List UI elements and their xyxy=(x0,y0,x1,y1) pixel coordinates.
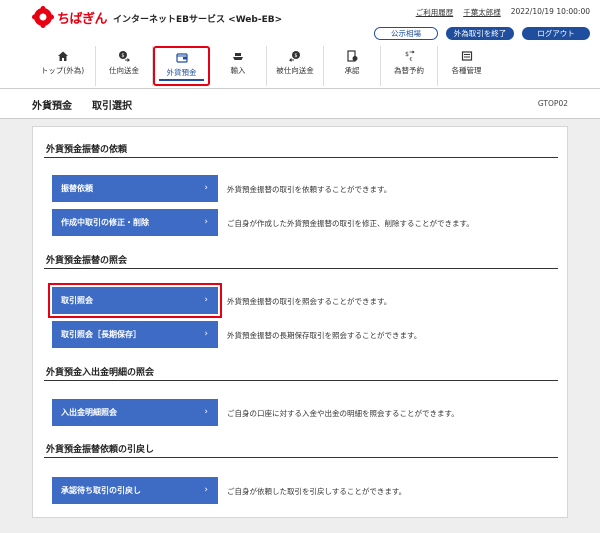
nav-top-fx[interactable]: トップ(外為) xyxy=(30,46,96,86)
nav-fx-deposit[interactable]: 外貨預金 xyxy=(153,46,210,86)
withdraw-pending-button[interactable]: 承認待ち取引の引戻し › xyxy=(52,477,218,504)
chevron-right-icon: › xyxy=(204,295,208,305)
menu-button-label: 取引照会 xyxy=(61,296,93,305)
header-buttons: 公示相場 外為取引を終了 ログアウト xyxy=(374,27,590,40)
service-name: インターネットEBサービス <Web-EB> xyxy=(113,15,283,25)
page-subtitle: 取引選択 xyxy=(92,101,132,112)
nav-label: 外貨預金 xyxy=(166,68,197,77)
section-title-statement-inquiry: 外貨預金入出金明細の照会 xyxy=(46,368,155,378)
section-divider xyxy=(44,268,558,269)
manage-icon xyxy=(461,51,472,61)
menu-button-label: 作成中取引の修正・削除 xyxy=(61,218,149,227)
statement-inquiry-button[interactable]: 入出金明細照会 › xyxy=(52,399,218,426)
screen-id: GTOP02 xyxy=(537,99,568,108)
menu-description: ご自身の口座に対する入金や出金の明細を照会することができます。 xyxy=(227,409,459,418)
nav-import[interactable]: 輸入 xyxy=(210,46,267,86)
send-money-icon: $ xyxy=(119,51,130,62)
nav-management[interactable]: 各種管理 xyxy=(438,46,495,86)
current-datetime: 2022/10/19 10:00:00 xyxy=(510,7,590,16)
nav-label: 承認 xyxy=(344,66,360,75)
nav-outward-remittance[interactable]: $ 仕向送金 xyxy=(96,46,153,86)
main-content: 外貨預金振替の依頼 振替依頼 › 外貨預金振替の取引を依頼することができます。 … xyxy=(32,126,568,518)
nav-approval[interactable]: 承認 xyxy=(324,46,381,86)
nav-label: 被仕向送金 xyxy=(276,66,314,75)
chevron-right-icon: › xyxy=(204,485,208,495)
user-name-link[interactable]: 千葉太郎様 xyxy=(463,7,501,18)
top-links: ご利用履歴 千葉太郎様 2022/10/19 10:00:00 xyxy=(416,7,590,18)
chevron-right-icon: › xyxy=(204,407,208,417)
deposit-icon xyxy=(175,53,188,63)
home-icon xyxy=(57,51,68,61)
menu-description: ご自身が依頼した取引を引戻しすることができます。 xyxy=(227,487,407,496)
menu-description: ご自身が作成した外貨預金振替の取引を修正、削除することができます。 xyxy=(227,219,474,228)
nav-inward-remittance[interactable]: $ 被仕向送金 xyxy=(267,46,324,86)
logo-text: ちばぎん xyxy=(57,11,108,27)
svg-text:$: $ xyxy=(294,53,297,59)
chevron-right-icon: › xyxy=(204,183,208,193)
menu-button-label: 振替依頼 xyxy=(61,184,93,193)
menu-button-label: 入出金明細照会 xyxy=(61,408,117,417)
menu-button-label: 取引照会［長期保存］ xyxy=(61,330,141,339)
transaction-inquiry-button[interactable]: 取引照会 › xyxy=(48,283,222,318)
import-ship-icon xyxy=(233,53,243,60)
chibagin-logo-icon xyxy=(32,6,54,28)
page-title: 外貨預金 xyxy=(32,101,72,112)
section-title-transfer-inquiry: 外貨預金振替の照会 xyxy=(46,256,128,266)
header: ちばぎん インターネットEBサービス <Web-EB> ご利用履歴 千葉太郎様 … xyxy=(0,0,600,88)
nav-label: 仕向送金 xyxy=(109,66,139,75)
menu-description: 外貨預金振替の長期保存取引を照会することができます。 xyxy=(227,331,422,340)
chevron-right-icon: › xyxy=(204,329,208,339)
end-fx-button[interactable]: 外為取引を終了 xyxy=(446,27,514,40)
nav-fx-contract[interactable]: $ € 為替予約 xyxy=(381,46,438,86)
menu-description: 外貨預金振替の取引を照会することができます。 xyxy=(227,297,392,306)
menu-description: 外貨預金振替の取引を依頼することができます。 xyxy=(227,185,392,194)
public-rate-button[interactable]: 公示相場 xyxy=(374,27,438,40)
section-title-withdraw-request: 外貨預金振替依頼の引戻し xyxy=(46,445,155,455)
section-title-transfer-request: 外貨預金振替の依頼 xyxy=(46,145,128,155)
section-divider xyxy=(44,380,558,381)
transfer-request-button[interactable]: 振替依頼 › xyxy=(52,175,218,202)
logout-button[interactable]: ログアウト xyxy=(522,27,590,40)
chevron-right-icon: › xyxy=(204,217,208,227)
title-bar: 外貨預金 取引選択 GTOP02 xyxy=(0,88,600,119)
receive-money-icon: $ xyxy=(289,51,300,62)
long-term-inquiry-button[interactable]: 取引照会［長期保存］ › xyxy=(52,321,218,348)
section-divider xyxy=(44,157,558,158)
exchange-icon: $€ xyxy=(405,50,415,62)
usage-history-link[interactable]: ご利用履歴 xyxy=(416,7,454,18)
nav-label: 各種管理 xyxy=(451,66,482,75)
nav-label: 輸入 xyxy=(230,66,246,75)
edit-delete-draft-button[interactable]: 作成中取引の修正・削除 › xyxy=(52,209,218,236)
approve-icon xyxy=(347,50,358,62)
svg-text:$: $ xyxy=(121,53,124,59)
section-divider xyxy=(44,457,558,458)
global-nav: トップ(外為) $ 仕向送金 外貨預金 輸入 $ 被仕向送金 承認 $ € 為替予… xyxy=(30,46,570,86)
svg-text:€: € xyxy=(409,57,412,62)
chibagin-logo[interactable]: ちばぎん インターネットEBサービス <Web-EB> xyxy=(32,6,282,28)
nav-label: トップ(外為) xyxy=(40,66,85,75)
nav-label: 為替予約 xyxy=(394,66,424,75)
menu-button-label: 承認待ち取引の引戻し xyxy=(61,486,141,495)
